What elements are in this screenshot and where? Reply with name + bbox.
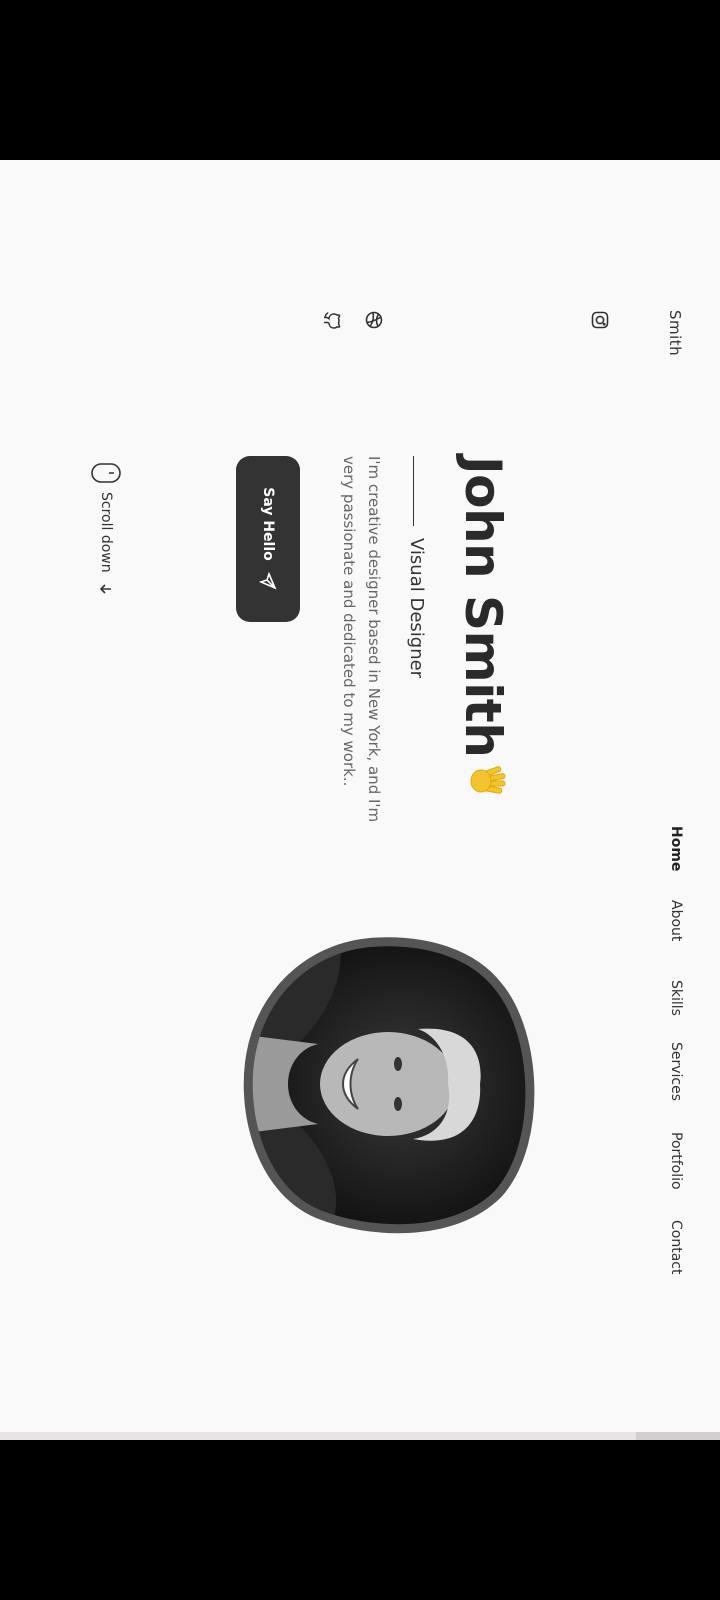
hero-subtitle: Visual Designer	[406, 538, 427, 679]
nav-skills[interactable]: Skills	[668, 980, 684, 1016]
scroll-down-button[interactable]: Scroll down	[90, 462, 122, 597]
arrow-down-icon	[99, 584, 111, 594]
instagram-icon[interactable]	[590, 310, 610, 330]
nav-portfolio[interactable]: Portfolio	[668, 1132, 684, 1190]
nav-services[interactable]: Services	[668, 1042, 684, 1101]
say-hello-button[interactable]: Say Hello	[236, 456, 300, 622]
hero-name-text: John Smith	[454, 456, 512, 758]
nav-about[interactable]: About	[668, 900, 684, 941]
dribbble-icon[interactable]	[364, 310, 384, 330]
scroll-down-label: Scroll down	[98, 492, 114, 573]
send-icon	[258, 571, 277, 590]
say-hello-label: Say Hello	[260, 487, 276, 561]
page-content: Smith Home About Skills Services Portfol…	[0, 160, 720, 1432]
profile-photo	[238, 934, 538, 1234]
hero-description: I'm creative designer based in New York,…	[340, 456, 383, 823]
nav-home[interactable]: Home	[668, 826, 684, 871]
waving-hand-icon	[459, 763, 508, 799]
subtitle-divider	[413, 456, 414, 526]
github-icon[interactable]	[322, 310, 342, 330]
app-screen: Smith Home About Skills Services Portfol…	[0, 160, 720, 1432]
hero-name: John Smith	[454, 456, 512, 799]
mouse-icon	[91, 463, 121, 483]
horizontal-scrollbar[interactable]	[0, 1432, 720, 1440]
scrollbar-thumb[interactable]	[636, 1432, 720, 1440]
nav-logo[interactable]: Smith	[666, 310, 684, 356]
nav-contact[interactable]: Contact	[668, 1220, 684, 1274]
